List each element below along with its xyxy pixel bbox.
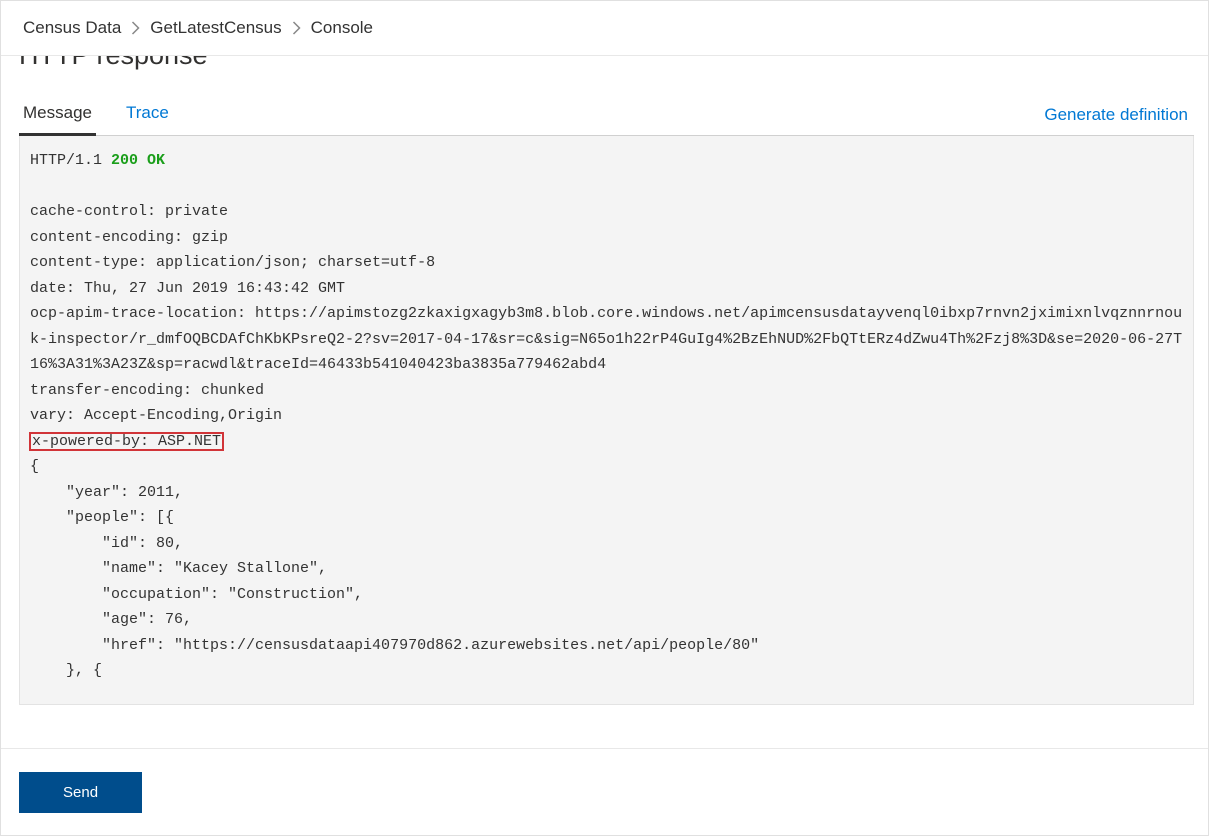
http-response-body[interactable]: HTTP/1.1 200 OK cache-control: private c… [19, 136, 1194, 705]
footer-bar: Send [1, 748, 1208, 835]
tab-trace[interactable]: Trace [122, 95, 173, 135]
tab-message[interactable]: Message [19, 95, 96, 136]
tab-bar: Message Trace Generate definition [19, 95, 1194, 136]
breadcrumb-item-console[interactable]: Console [311, 18, 373, 38]
app-window: Census Data GetLatestCensus Console HTTP… [0, 0, 1209, 836]
http-status: 200 OK [111, 152, 165, 169]
generate-definition-link[interactable]: Generate definition [1042, 97, 1194, 135]
chevron-right-icon [131, 21, 140, 35]
breadcrumb: Census Data GetLatestCensus Console [1, 1, 1208, 56]
highlighted-header-x-powered-by: x-powered-by: ASP.NET [30, 433, 223, 450]
breadcrumb-item-operation[interactable]: GetLatestCensus [150, 18, 281, 38]
page-title: HTTP response [19, 56, 1194, 71]
main-scroll-area[interactable]: HTTP response Message Trace Generate def… [1, 56, 1208, 748]
chevron-right-icon [292, 21, 301, 35]
scroll-spacer [19, 705, 1194, 749]
send-button[interactable]: Send [19, 772, 142, 813]
breadcrumb-item-census-data[interactable]: Census Data [23, 18, 121, 38]
